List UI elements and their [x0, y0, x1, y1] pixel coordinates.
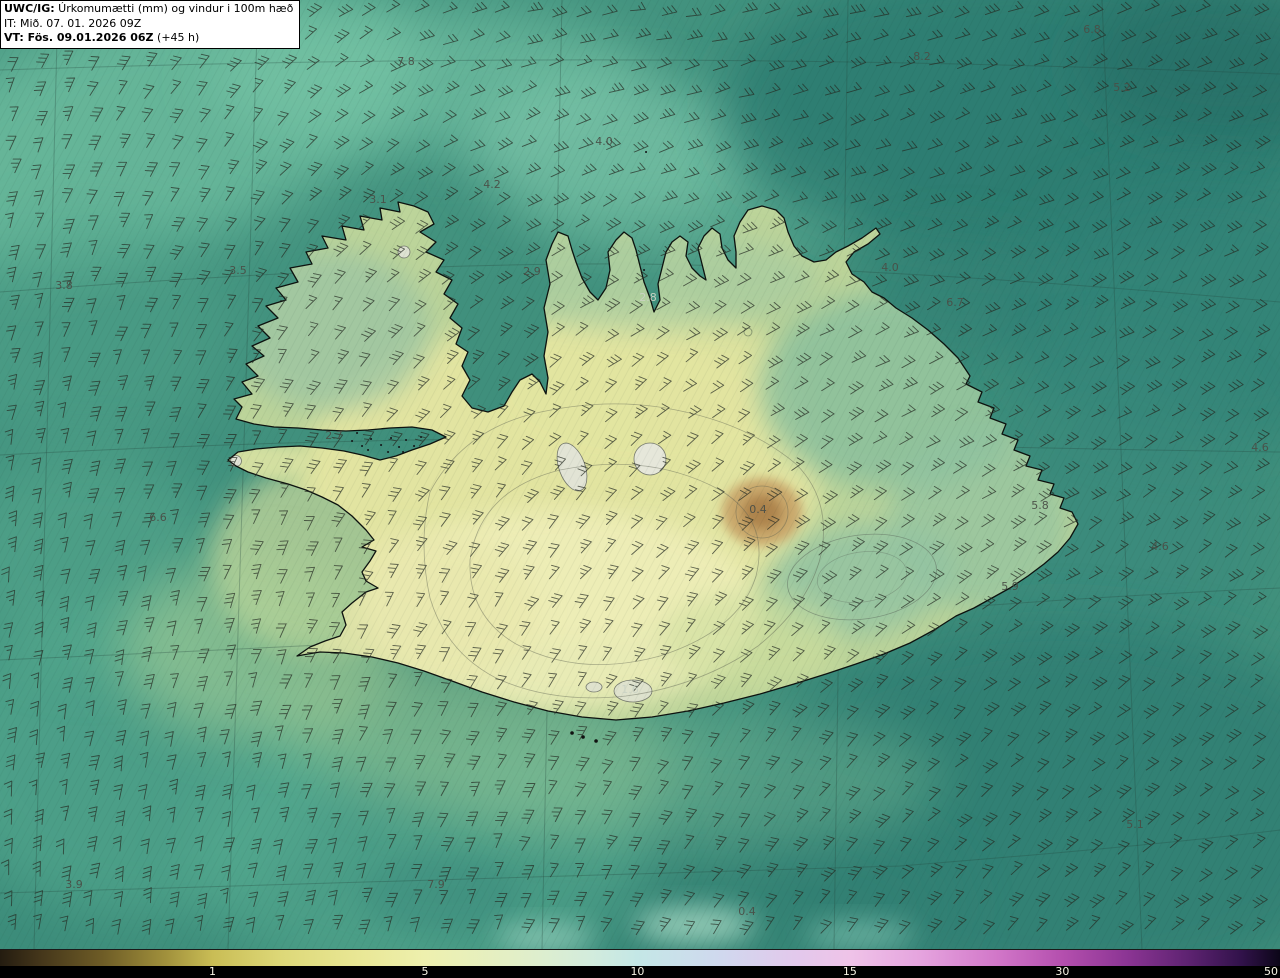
precip-value-label: 4.6: [1251, 441, 1269, 454]
colorbar-tick-label: 15: [842, 965, 857, 978]
colorbar-tick-label: 30: [1055, 965, 1070, 978]
precip-value-label: 5.8: [1031, 499, 1049, 512]
precip-value-label: 5.2: [1113, 81, 1131, 94]
precip-value-label: 3.5: [229, 264, 247, 277]
field-texture: [0, 0, 1280, 949]
precip-value-label: 4.2: [483, 178, 501, 191]
precip-value-label: 2.9: [523, 265, 541, 278]
precip-value-label: 3.8: [55, 279, 73, 292]
precip-value-label: 0.4: [749, 503, 767, 516]
precip-value-label: 1.6: [621, 683, 639, 696]
precip-value-label: 6.8: [1083, 23, 1101, 36]
precip-value-label: 4.0: [881, 261, 899, 274]
colorbar-tick-strip: 1 5 10 15 30 50: [0, 965, 1280, 978]
precip-value-label: 0.4: [738, 905, 756, 918]
precip-value-label: 3.9: [65, 878, 83, 891]
precip-value-label: 4.6: [1151, 540, 1169, 553]
precip-value-label: 7.9: [427, 878, 445, 891]
precip-value-label: 6.7: [946, 296, 964, 309]
colorbar-tick-label: 10: [630, 965, 645, 978]
precip-value-label: 5.9: [1001, 580, 1019, 593]
precip-value-label: 7.8: [397, 55, 415, 68]
map-canvas: 6.8 5.2 8.2 7.8 4.0 4.2 3.1 3.5 3.8 2.9 2.8 4.0 6.7 2…: [0, 0, 1280, 949]
model-title: UWC/IG: Úrkomumætti (mm) og vindur i 100…: [4, 2, 294, 15]
precip-value-label: 8.2: [913, 50, 931, 63]
colorbar-tick-label: 5: [421, 965, 429, 978]
colorbar-tick-label: 50: [1264, 965, 1279, 978]
forecast-legend: UWC/IG: Úrkomumætti (mm) og vindur i 100…: [0, 0, 301, 49]
precip-value-label: 2.8: [639, 291, 657, 304]
valid-time: VT: Fös. 09.01.2026 06Z (+45 h): [4, 31, 200, 44]
precip-value-label: 3.1: [369, 193, 387, 206]
precip-value-label: 5.1: [1126, 818, 1144, 831]
colorbar-tick-label: 1: [208, 965, 216, 978]
precip-value-label: 2.7: [325, 429, 343, 442]
precip-value-label: 6.6: [149, 511, 167, 524]
precip-value-label: 4.0: [595, 135, 613, 148]
init-time: IT: Mið. 07. 01. 2026 09Z: [4, 16, 142, 30]
weather-map-app: 6.8 5.2 8.2 7.8 4.0 4.2 3.1 3.5 3.8 2.9 2.8 4.0 6.7 2…: [0, 0, 1280, 978]
colorbar-gradient: [0, 949, 1280, 966]
